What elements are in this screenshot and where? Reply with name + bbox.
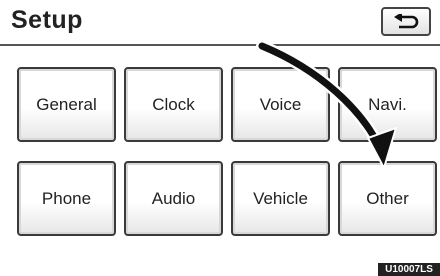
setup-screen: Setup General Clock Voice Navi. Phone Au…: [0, 0, 440, 276]
voice-button[interactable]: Voice: [231, 67, 330, 142]
navi-button[interactable]: Navi.: [338, 67, 437, 142]
phone-button[interactable]: Phone: [17, 161, 116, 236]
clock-button[interactable]: Clock: [124, 67, 223, 142]
other-button[interactable]: Other: [338, 161, 437, 236]
vehicle-button[interactable]: Vehicle: [231, 161, 330, 236]
header-divider: [0, 44, 440, 46]
audio-button[interactable]: Audio: [124, 161, 223, 236]
general-button[interactable]: General: [17, 67, 116, 142]
back-button[interactable]: [381, 7, 431, 36]
return-arrow-icon: [394, 13, 419, 28]
header-bar: Setup: [0, 0, 440, 44]
page-title: Setup: [11, 6, 83, 34]
figure-code: U10007LS: [378, 263, 440, 276]
